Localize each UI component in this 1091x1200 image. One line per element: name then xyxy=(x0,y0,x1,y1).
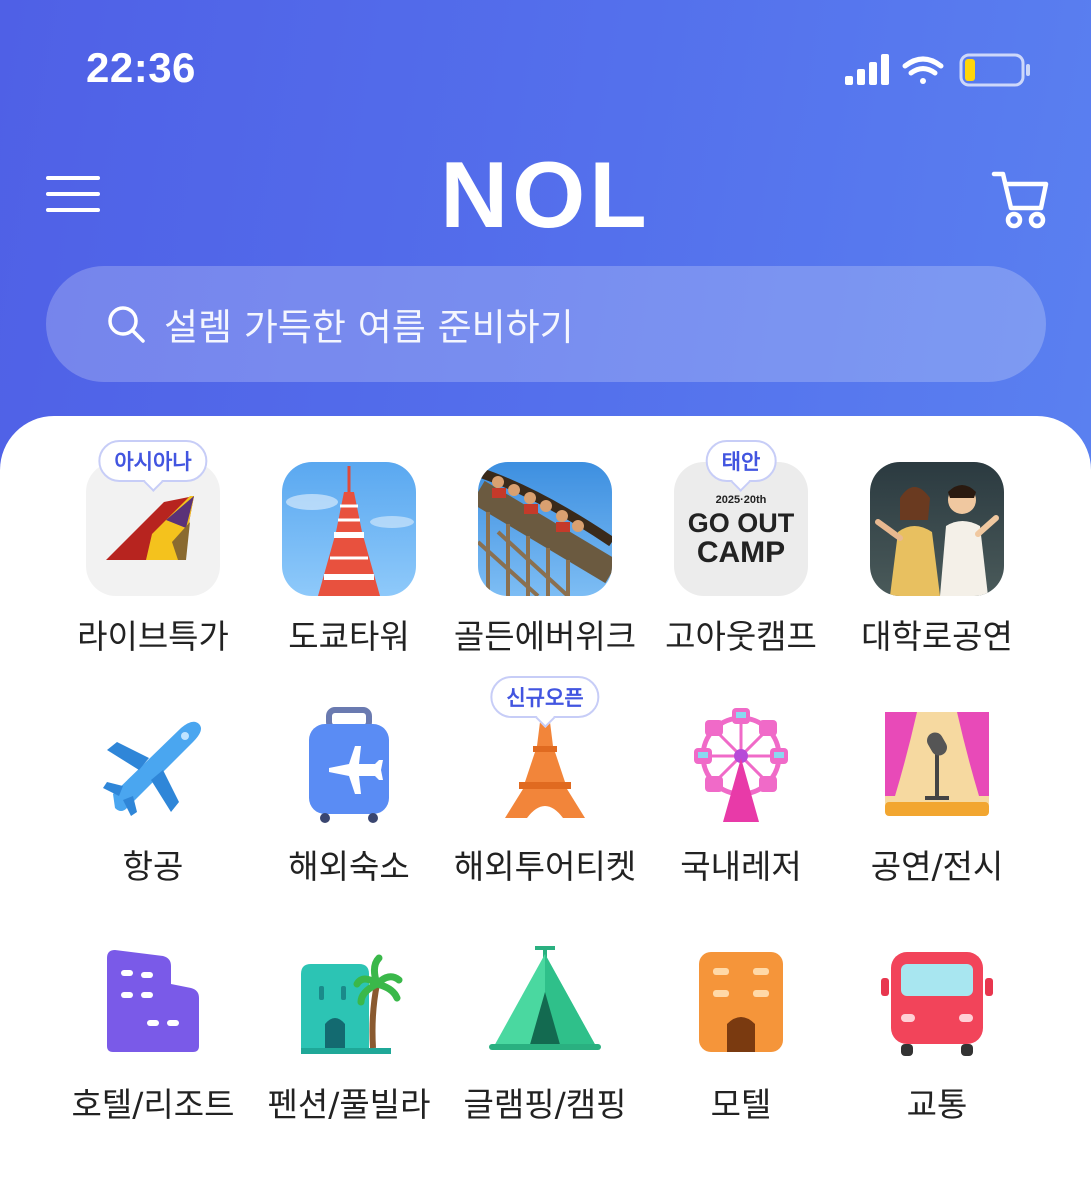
category-motel[interactable]: 모텔 xyxy=(643,944,839,1134)
signal-icon xyxy=(845,54,889,85)
category-overseas-stay[interactable]: 해외숙소 xyxy=(251,706,447,896)
search-bar[interactable]: 설렘 가득한 여름 준비하기 xyxy=(46,266,1046,382)
category-label: 교통 xyxy=(906,1085,968,1124)
battery-icon xyxy=(959,53,1030,87)
badge-new-open: 신규오픈 xyxy=(490,676,600,718)
hotel-icon xyxy=(107,950,199,1052)
nol-logo[interactable]: NOL xyxy=(0,145,1091,245)
wifi-icon xyxy=(902,56,944,84)
category-domestic-leisure[interactable]: 국내레저 xyxy=(643,706,839,896)
rollercoaster-photo xyxy=(478,462,612,596)
goout-line1: GO OUT xyxy=(687,508,795,538)
category-tokyo-tower[interactable]: 도쿄타워 xyxy=(251,462,447,662)
musical-photo xyxy=(870,462,1004,596)
category-glamping-camping[interactable]: 글램핑/캠핑 xyxy=(447,944,643,1134)
airplane-icon xyxy=(103,721,201,816)
bus-icon xyxy=(881,952,993,1056)
status-time: 22:36 xyxy=(86,44,196,91)
search-placeholder: 설렘 가득한 여름 준비하기 xyxy=(164,306,574,349)
category-hotel-resort[interactable]: 호텔/리조트 xyxy=(55,944,251,1134)
goout-line2: CAMP xyxy=(696,536,786,569)
pool-villa-icon xyxy=(301,954,403,1054)
category-live-deal[interactable]: 아시아나 라이브특가 xyxy=(55,440,251,662)
category-transport[interactable]: 교통 xyxy=(839,944,1035,1134)
category-daehakro-show[interactable]: 대학로공연 xyxy=(839,462,1035,662)
search-icon xyxy=(108,306,145,343)
category-goout-camp[interactable]: 2025·20th GO OUT CAMP 태안 고아웃캠프 xyxy=(643,440,839,662)
category-label: 대학로공연 xyxy=(861,617,1013,656)
category-show-exhibition[interactable]: 공연/전시 xyxy=(839,706,1035,896)
header-hero: 22:36 NOL 설렘 가득한 여름 준비하기 xyxy=(0,0,1091,470)
status-icons xyxy=(845,53,1030,87)
badge-asiana: 아시아나 xyxy=(98,440,208,482)
category-pension-poolvilla[interactable]: 펜션/풀빌라 xyxy=(251,944,447,1134)
category-sheet: 아시아나 라이브특가 도쿄타워 골든에버위크 2025·20th GO OUT … xyxy=(0,416,1091,1200)
tent-icon xyxy=(489,946,601,1050)
ferris-wheel-icon xyxy=(694,708,788,822)
stage-microphone-icon xyxy=(885,712,989,816)
goout-year: 2025·20th xyxy=(715,494,767,506)
badge-taean: 태안 xyxy=(705,440,777,482)
category-overseas-tour-ticket[interactable]: 신규오픈 해외투어티켓 xyxy=(447,676,643,896)
cart-icon[interactable] xyxy=(991,168,1049,230)
suitcase-icon xyxy=(309,707,389,823)
category-label: 공연/전시 xyxy=(870,847,1004,886)
motel-icon xyxy=(699,952,783,1052)
category-golden-week[interactable]: 골든에버위크 xyxy=(447,462,643,662)
category-flight[interactable]: 항공 xyxy=(55,706,251,896)
tokyo-tower-photo xyxy=(282,462,416,596)
